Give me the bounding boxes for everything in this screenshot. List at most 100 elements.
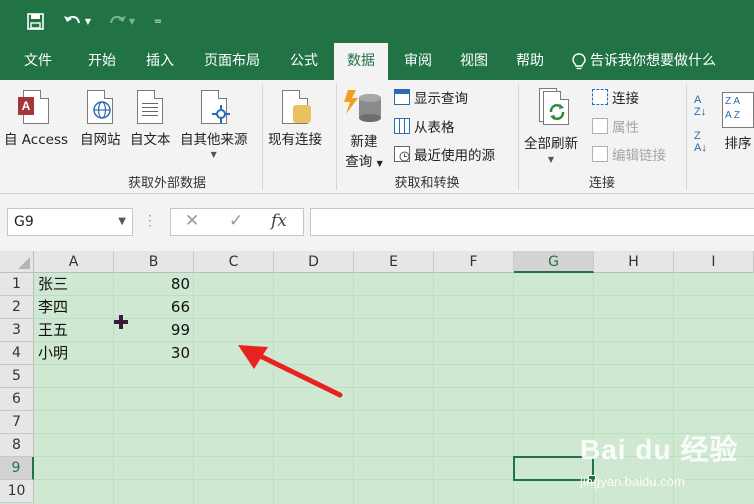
cell-a4[interactable]: 小明 — [38, 342, 112, 365]
tab-help[interactable]: 帮助 — [504, 43, 556, 80]
recent-sources-button[interactable]: 最近使用的源 — [394, 143, 495, 165]
column-header-i[interactable]: I — [674, 251, 754, 273]
sort-icon: Z AA Z — [722, 92, 754, 128]
refresh-all-button[interactable]: 全部刷新 ▼ — [524, 86, 578, 164]
row-header-3[interactable]: 3 — [0, 319, 34, 342]
cell-a1[interactable]: 张三 — [38, 273, 112, 296]
insert-function-icon[interactable]: fx — [271, 211, 287, 231]
gridline — [34, 387, 754, 388]
column-header-e[interactable]: E — [354, 251, 434, 273]
sort-button[interactable]: Z AA Z 排序 — [722, 86, 754, 152]
column-header-c[interactable]: C — [194, 251, 274, 273]
ribbon-tabs: 文件 开始 插入 页面布局 公式 数据 审阅 视图 帮助 告诉我你想要做什么 — [0, 43, 754, 80]
from-table-label: 从表格 — [414, 120, 455, 136]
cell-a3[interactable]: 王五 — [38, 319, 112, 342]
watermark-url: jingyan.baidu.com — [580, 474, 685, 489]
edit-links-button[interactable]: 编辑链接 — [592, 143, 666, 165]
tab-page-layout[interactable]: 页面布局 — [192, 43, 272, 80]
column-header-d[interactable]: D — [274, 251, 354, 273]
column-header-f[interactable]: F — [434, 251, 514, 273]
column-header-h[interactable]: H — [594, 251, 674, 273]
name-box-value: G9 — [14, 214, 34, 230]
from-access-label: 自 Access — [4, 132, 69, 148]
gridline — [34, 410, 754, 411]
connections-button[interactable]: 连接 — [592, 86, 639, 108]
existing-connections-button[interactable]: 现有连接 — [268, 86, 322, 148]
row-header-6[interactable]: 6 — [0, 388, 34, 411]
redo-icon[interactable]: ▼ — [104, 10, 138, 32]
gridline — [193, 273, 194, 504]
column-header-g[interactable]: G — [514, 251, 594, 273]
existing-connections-icon — [282, 90, 311, 124]
gridline — [353, 273, 354, 504]
properties-label: 属性 — [612, 120, 639, 136]
recent-sources-label: 最近使用的源 — [414, 148, 495, 164]
tab-insert[interactable]: 插入 — [132, 43, 188, 80]
splitter-dots-icon[interactable]: · · · — [148, 210, 152, 232]
column-header-b[interactable]: B — [114, 251, 194, 273]
chevron-down-icon[interactable]: ▼ — [118, 209, 126, 235]
sort-ascending-icon[interactable]: A Z↓ — [694, 94, 706, 118]
gridline — [433, 273, 434, 504]
formula-input[interactable] — [310, 208, 754, 236]
worksheet-grid[interactable]: A B C D E F G H I 1 2 3 4 5 6 7 8 9 10 张… — [0, 251, 754, 504]
tell-me-box[interactable]: 告诉我你想要做什么 — [572, 43, 716, 80]
refresh-all-label: 全部刷新 — [524, 136, 578, 152]
connections-label: 连接 — [612, 91, 639, 107]
dropdown-arrow-icon: ▼ — [547, 155, 555, 164]
tab-file[interactable]: 文件 — [10, 43, 66, 80]
from-other-sources-label: 自其他来源 — [180, 132, 248, 148]
tab-review[interactable]: 审阅 — [392, 43, 444, 80]
enter-check-icon[interactable]: ✓ — [229, 211, 243, 231]
select-all-button[interactable] — [0, 251, 34, 273]
cell-a2[interactable]: 李四 — [38, 296, 112, 319]
from-web-button[interactable]: 自网站 — [80, 86, 121, 148]
row-header-8[interactable]: 8 — [0, 434, 34, 457]
formula-bar: G9 ▼ · · · ✕ ✓ fx — [0, 194, 754, 251]
row-header-1[interactable]: 1 — [0, 273, 34, 296]
tab-data[interactable]: 数据 — [334, 43, 388, 80]
from-access-button[interactable]: A 自 Access — [4, 86, 68, 148]
web-globe-icon — [87, 90, 114, 124]
cell-b4[interactable]: 30 — [114, 342, 190, 365]
properties-button[interactable]: 属性 — [592, 115, 639, 137]
from-other-sources-button[interactable]: 自其他来源 ▼ — [180, 86, 248, 159]
group-label-external-data: 获取外部数据 — [127, 176, 206, 191]
tab-view[interactable]: 视图 — [448, 43, 500, 80]
cell-b1[interactable]: 80 — [114, 273, 190, 296]
row-header-5[interactable]: 5 — [0, 365, 34, 388]
row-header-2[interactable]: 2 — [0, 296, 34, 319]
ribbon-separator — [686, 84, 687, 190]
table-icon — [394, 118, 410, 134]
from-web-label: 自网站 — [80, 132, 121, 148]
lightbulb-icon — [572, 52, 586, 69]
recent-sources-icon — [394, 146, 410, 162]
show-queries-button[interactable]: 显示查询 — [394, 86, 468, 108]
from-table-button[interactable]: 从表格 — [394, 115, 455, 137]
cancel-icon[interactable]: ✕ — [185, 211, 199, 231]
customize-qat-icon[interactable]: = — [150, 10, 166, 32]
sort-descending-icon[interactable]: Z A↓ — [694, 130, 707, 154]
group-label-connections: 连接 — [588, 176, 615, 191]
watermark-title: Bai du 经验 — [580, 434, 739, 465]
tab-formulas[interactable]: 公式 — [278, 43, 330, 80]
other-sources-icon — [200, 90, 230, 124]
tab-home[interactable]: 开始 — [74, 43, 130, 80]
new-query-label-line1: 新建 — [350, 134, 378, 150]
show-queries-label: 显示查询 — [414, 91, 468, 107]
undo-icon[interactable]: ▼ — [62, 10, 92, 32]
from-text-label: 自文本 — [130, 132, 171, 148]
save-icon[interactable] — [24, 10, 46, 32]
row-header-10[interactable]: 10 — [0, 480, 34, 503]
text-file-icon — [137, 90, 164, 124]
row-header-9[interactable]: 9 — [0, 457, 34, 480]
row-header-4[interactable]: 4 — [0, 342, 34, 365]
new-query-button[interactable]: 新建 查询 ▼ — [342, 86, 386, 170]
formula-buttons: ✕ ✓ fx — [170, 208, 304, 236]
row-header-7[interactable]: 7 — [0, 411, 34, 434]
from-text-button[interactable]: 自文本 — [130, 86, 171, 148]
group-label-get-transform: 获取和转换 — [394, 176, 460, 191]
column-header-a[interactable]: A — [34, 251, 114, 273]
move-cursor-icon — [114, 315, 128, 329]
name-box[interactable]: G9 ▼ — [7, 208, 133, 236]
